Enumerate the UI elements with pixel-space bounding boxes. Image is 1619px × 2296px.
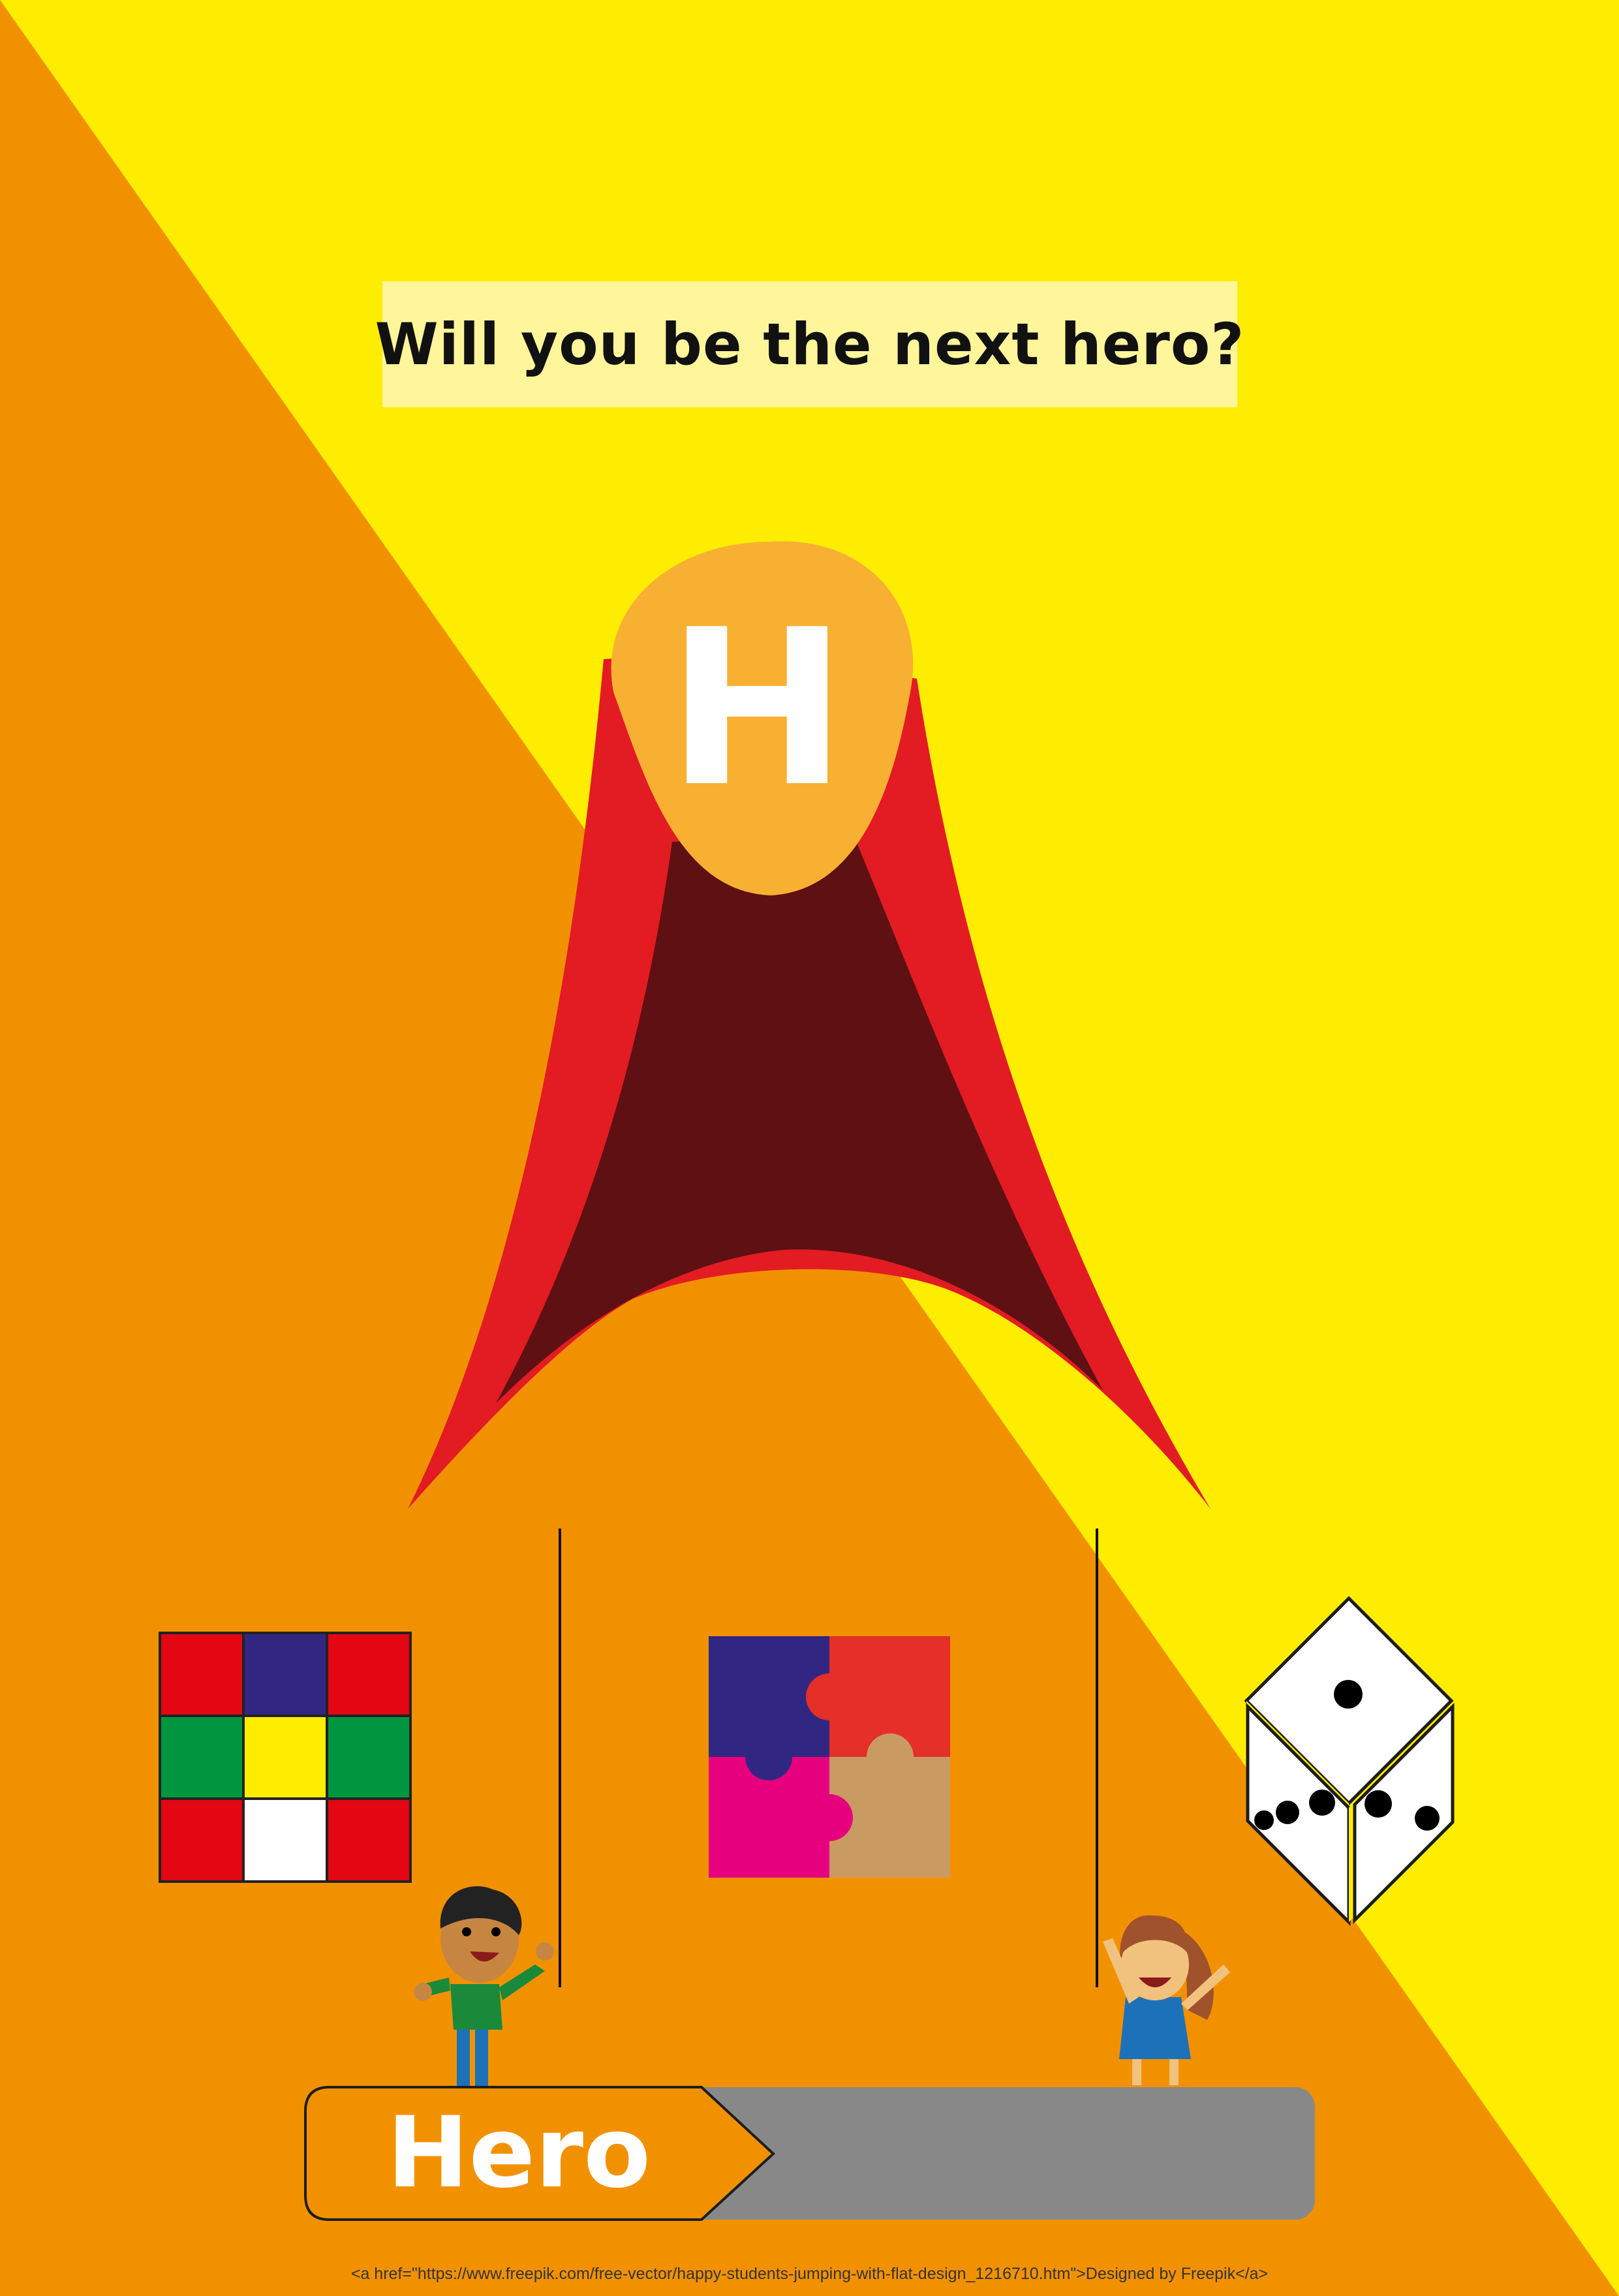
attribution-credit: <a href="https://www.freepik.com/free-ve… <box>350 2265 1269 2283</box>
hero-progress-bar: Hero <box>304 2086 1315 2221</box>
headline: Will you be the next hero? <box>375 311 1245 378</box>
rubik-cube-icon <box>159 1632 412 1883</box>
jigsaw-puzzle-icon <box>709 1636 950 1878</box>
progress-label: Hero <box>387 2096 651 2210</box>
headline-banner: Will you be the next hero? <box>375 281 1244 407</box>
emblem-letter: H <box>667 583 847 834</box>
